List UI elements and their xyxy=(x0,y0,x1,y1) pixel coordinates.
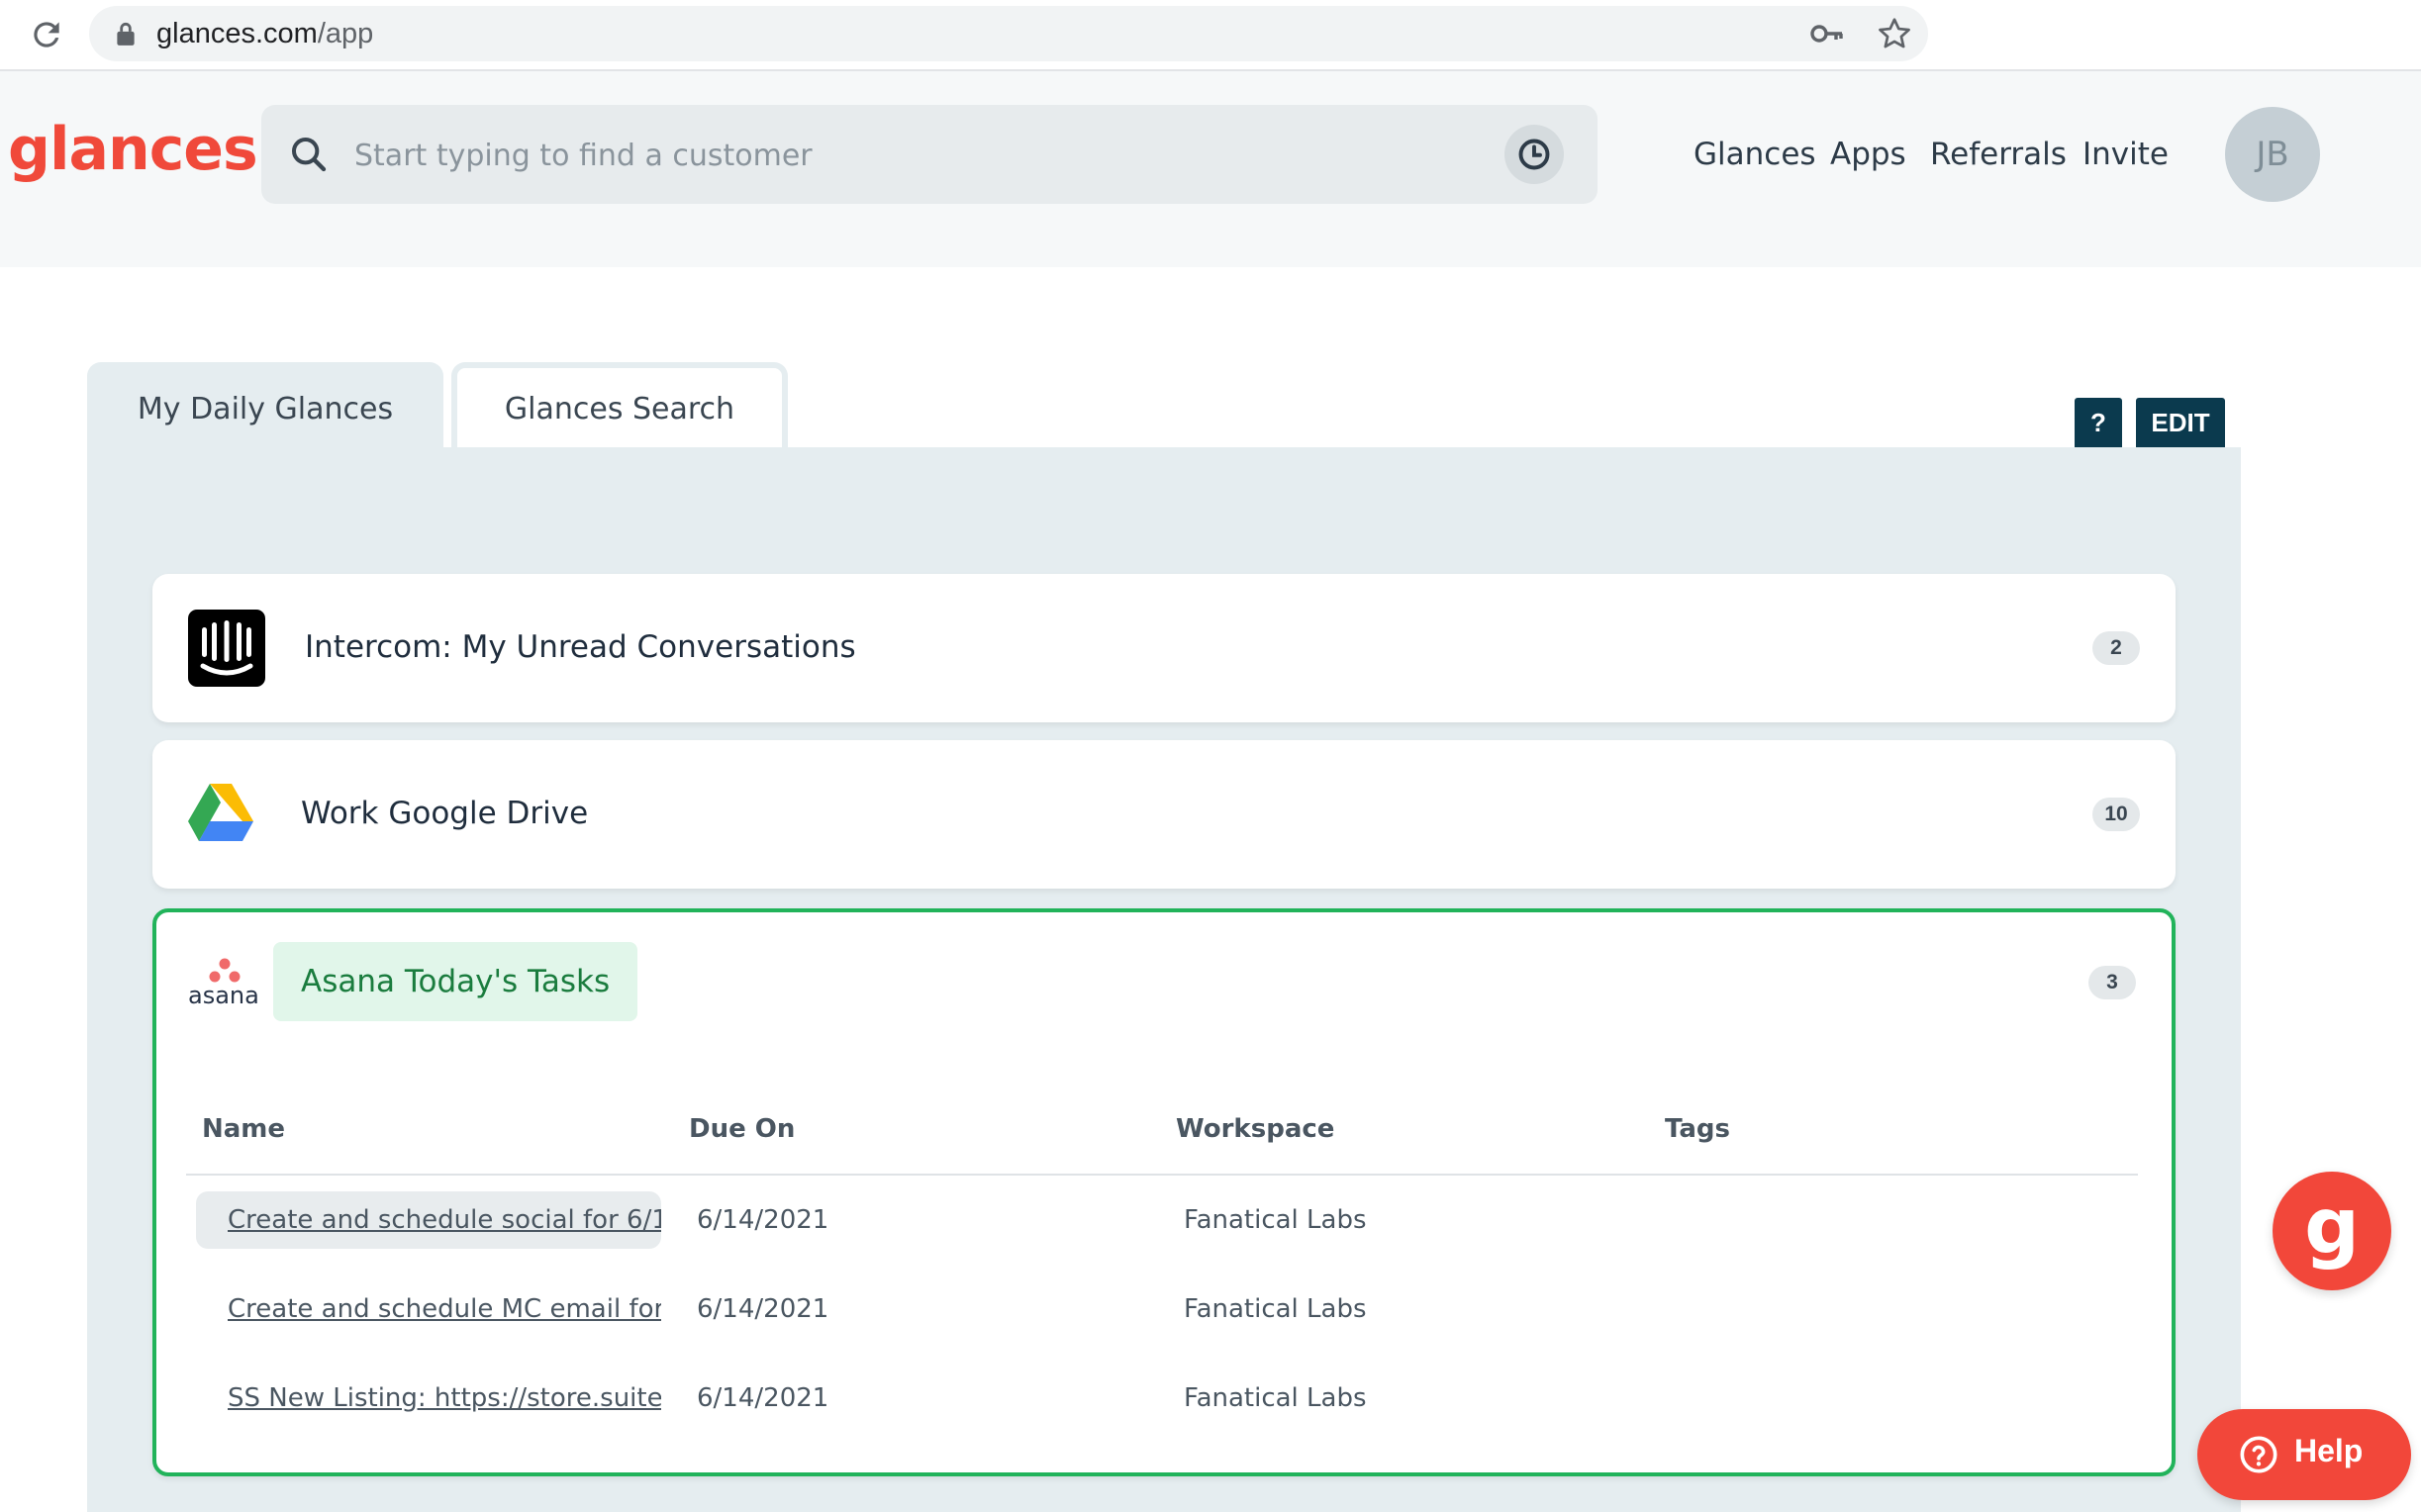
edit-button[interactable]: EDIT xyxy=(2136,398,2225,447)
asana-logo: asana xyxy=(188,958,261,1009)
nav-apps[interactable]: Apps xyxy=(1830,137,1906,172)
column-header-due-on[interactable]: Due On xyxy=(689,1114,795,1144)
google-drive-icon xyxy=(188,784,253,841)
customer-search-box xyxy=(261,105,1598,204)
task-due-date: 6/14/2021 xyxy=(697,1205,829,1235)
task-link[interactable]: Create and schedule social for 6/15 xyxy=(196,1191,661,1249)
address-bar[interactable]: glances.com/app xyxy=(89,6,1928,61)
intercom-card[interactable]: Intercom: My Unread Conversations 2 xyxy=(152,574,2176,722)
daily-glances-panel: Intercom: My Unread Conversations 2 Work… xyxy=(87,447,2241,1512)
column-header-workspace[interactable]: Workspace xyxy=(1176,1114,1334,1144)
reload-icon[interactable] xyxy=(28,16,65,53)
nav-referrals[interactable]: Referrals xyxy=(1930,137,2067,172)
star-icon[interactable] xyxy=(1877,16,1912,51)
task-due-date: 6/14/2021 xyxy=(697,1294,829,1324)
asana-dots-icon xyxy=(209,958,241,983)
tab-my-daily-glances[interactable]: My Daily Glances xyxy=(87,362,443,447)
url-text: glances.com/app xyxy=(156,18,374,49)
google-drive-card-title: Work Google Drive xyxy=(301,796,589,831)
task-workspace: Fanatical Labs xyxy=(1184,1205,1367,1235)
app-header: glances Glances Apps Referrals Invite JB xyxy=(0,71,2421,267)
task-link[interactable]: Create and schedule MC email for 6/15 xyxy=(196,1280,661,1338)
nav-glances[interactable]: Glances xyxy=(1694,137,1816,172)
help-button-label: Help xyxy=(2294,1433,2364,1468)
google-drive-card[interactable]: Work Google Drive 10 xyxy=(152,740,2176,889)
help-button[interactable]: Help xyxy=(2197,1409,2411,1500)
browser-toolbar: glances.com/app xyxy=(0,0,2421,71)
search-history-button[interactable] xyxy=(1504,125,1564,184)
lock-icon xyxy=(117,22,135,46)
asana-count-badge: 3 xyxy=(2088,966,2136,999)
intercom-icon xyxy=(188,610,265,687)
google-drive-count-badge: 10 xyxy=(2092,798,2140,831)
tab-glances-search[interactable]: Glances Search xyxy=(451,362,788,447)
column-header-name[interactable]: Name xyxy=(202,1114,285,1144)
table-divider xyxy=(186,1174,2138,1176)
help-question-button[interactable]: ? xyxy=(2075,398,2122,447)
glances-logo[interactable]: glances xyxy=(8,115,258,184)
task-due-date: 6/14/2021 xyxy=(697,1383,829,1413)
task-workspace: Fanatical Labs xyxy=(1184,1383,1367,1413)
customer-search-input[interactable] xyxy=(352,125,1445,186)
asana-card-title[interactable]: Asana Today's Tasks xyxy=(273,942,638,1021)
intercom-count-badge: 2 xyxy=(2092,631,2140,665)
column-header-tags[interactable]: Tags xyxy=(1665,1114,1730,1144)
asana-logo-text: asana xyxy=(188,982,259,1009)
asana-card: asana Asana Today's Tasks 3 Name Due On … xyxy=(152,908,2176,1476)
intercom-card-title: Intercom: My Unread Conversations xyxy=(305,629,856,665)
task-workspace: Fanatical Labs xyxy=(1184,1294,1367,1324)
search-icon xyxy=(292,138,327,172)
user-avatar[interactable]: JB xyxy=(2225,107,2320,202)
glances-fab-button[interactable]: g xyxy=(2273,1172,2391,1290)
clock-icon xyxy=(1518,139,1550,170)
key-icon[interactable] xyxy=(1809,20,1845,47)
question-circle-icon xyxy=(2240,1436,2277,1473)
task-link[interactable]: SS New Listing: https://store.suitecrm.c xyxy=(196,1370,661,1427)
nav-invite[interactable]: Invite xyxy=(2082,137,2169,172)
